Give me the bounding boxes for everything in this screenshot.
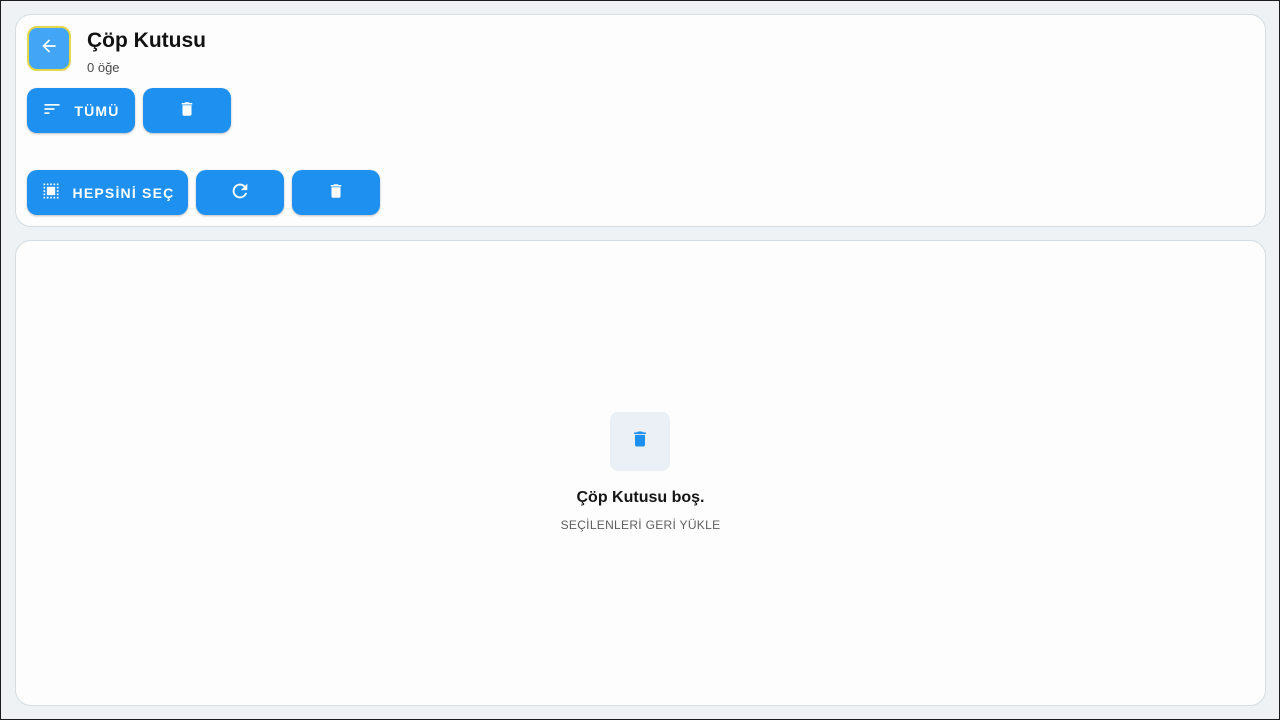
select-all-label: HEPSİNİ SEÇ <box>72 184 175 201</box>
sort-lines-icon <box>42 99 62 122</box>
back-button[interactable] <box>27 26 71 71</box>
select-all-icon <box>41 181 61 204</box>
header-card: Çöp Kutusu 0 öğe TÜMÜ HEPSİNİ SEÇ <box>15 14 1266 227</box>
filter-all-button[interactable]: TÜMÜ <box>27 88 135 133</box>
empty-state-subtitle: SEÇİLENLERİ GERİ YÜKLE <box>560 518 721 532</box>
empty-state-icon-box <box>610 412 670 471</box>
restore-button[interactable] <box>196 170 284 215</box>
trash-icon <box>327 182 345 203</box>
trash-icon <box>630 429 650 454</box>
content-card: Çöp Kutusu boş. SEÇİLENLERİ GERİ YÜKLE <box>15 240 1266 706</box>
filter-all-label: TÜMÜ <box>74 102 120 119</box>
delete-selected-button[interactable] <box>292 170 380 215</box>
item-count: 0 öğe <box>87 60 120 75</box>
arrow-left-icon <box>39 36 59 61</box>
trash-icon <box>178 100 196 121</box>
select-all-button[interactable]: HEPSİNİ SEÇ <box>27 170 188 215</box>
page-title: Çöp Kutusu <box>87 29 206 52</box>
empty-state-title: Çöp Kutusu boş. <box>576 489 705 506</box>
refresh-icon <box>229 180 251 205</box>
delete-all-button[interactable] <box>143 88 231 133</box>
